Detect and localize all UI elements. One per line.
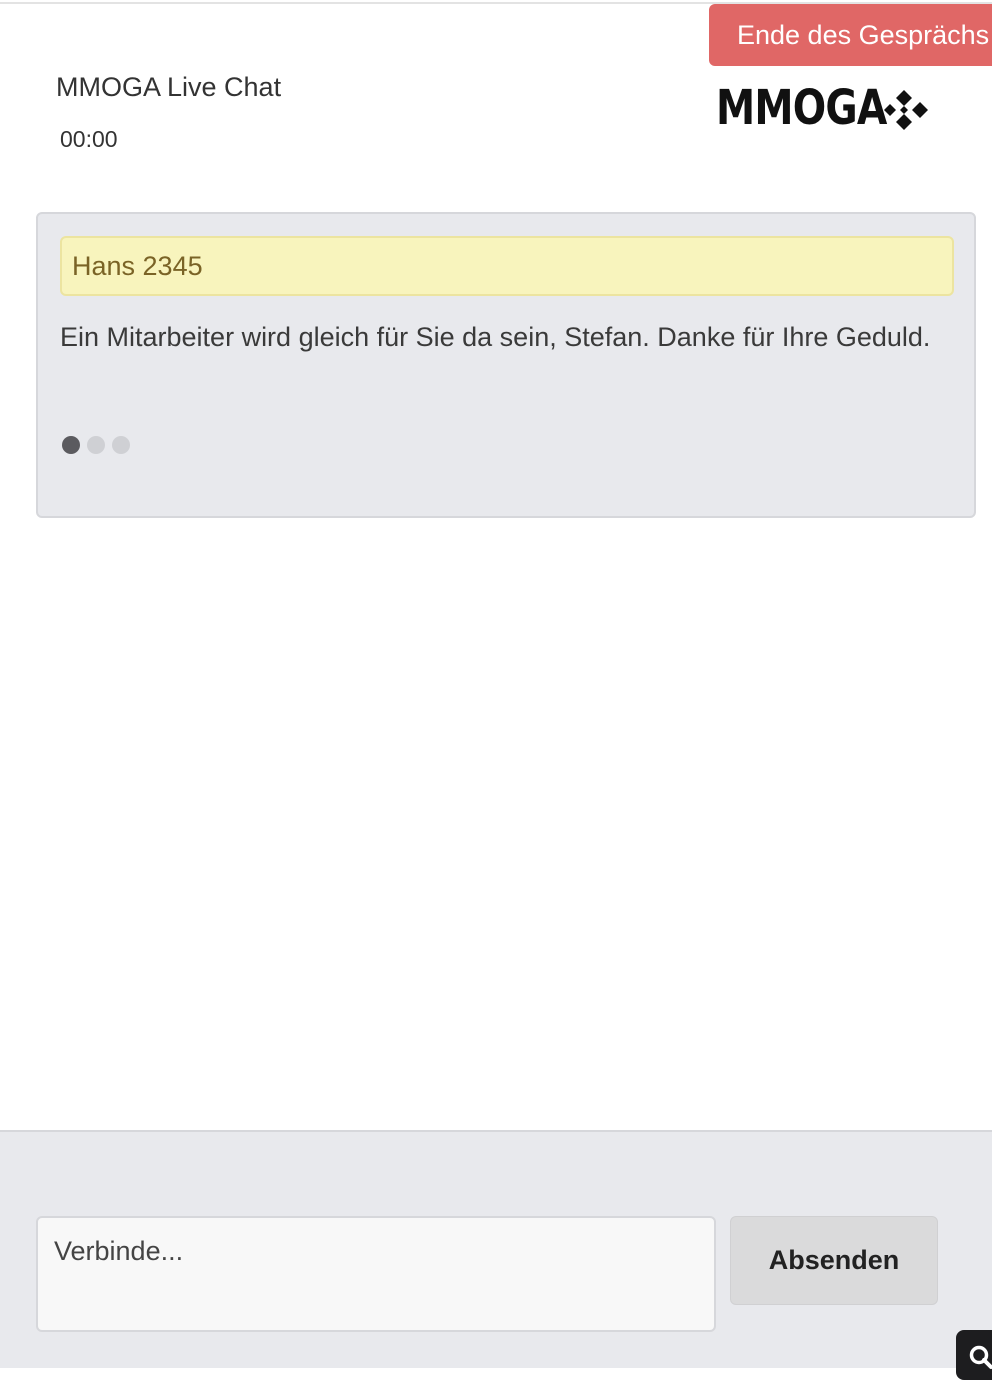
typing-dot (62, 436, 80, 454)
mmoga-logo: MMOGA (716, 78, 932, 138)
search-icon (969, 1345, 992, 1369)
chat-timer: 00:00 (60, 126, 118, 152)
typing-dot (87, 436, 105, 454)
chat-title: MMOGA Live Chat (56, 72, 282, 102)
message-input[interactable] (36, 1216, 716, 1332)
diamond-cluster-icon (884, 90, 928, 130)
sender-name: Hans 2345 (60, 236, 954, 296)
logo-wordmark: MMOGA (716, 80, 887, 136)
corner-widget-button[interactable] (956, 1330, 992, 1380)
chat-composer: Absenden (0, 1130, 992, 1368)
chat-message-card: Hans 2345 Ein Mitarbeiter wird gleich fü… (36, 212, 976, 518)
send-button[interactable]: Absenden (730, 1216, 938, 1305)
message-text: Ein Mitarbeiter wird gleich für Sie da s… (60, 322, 931, 352)
typing-dot (112, 436, 130, 454)
end-chat-button[interactable]: Ende des Gesprächs (709, 4, 992, 66)
